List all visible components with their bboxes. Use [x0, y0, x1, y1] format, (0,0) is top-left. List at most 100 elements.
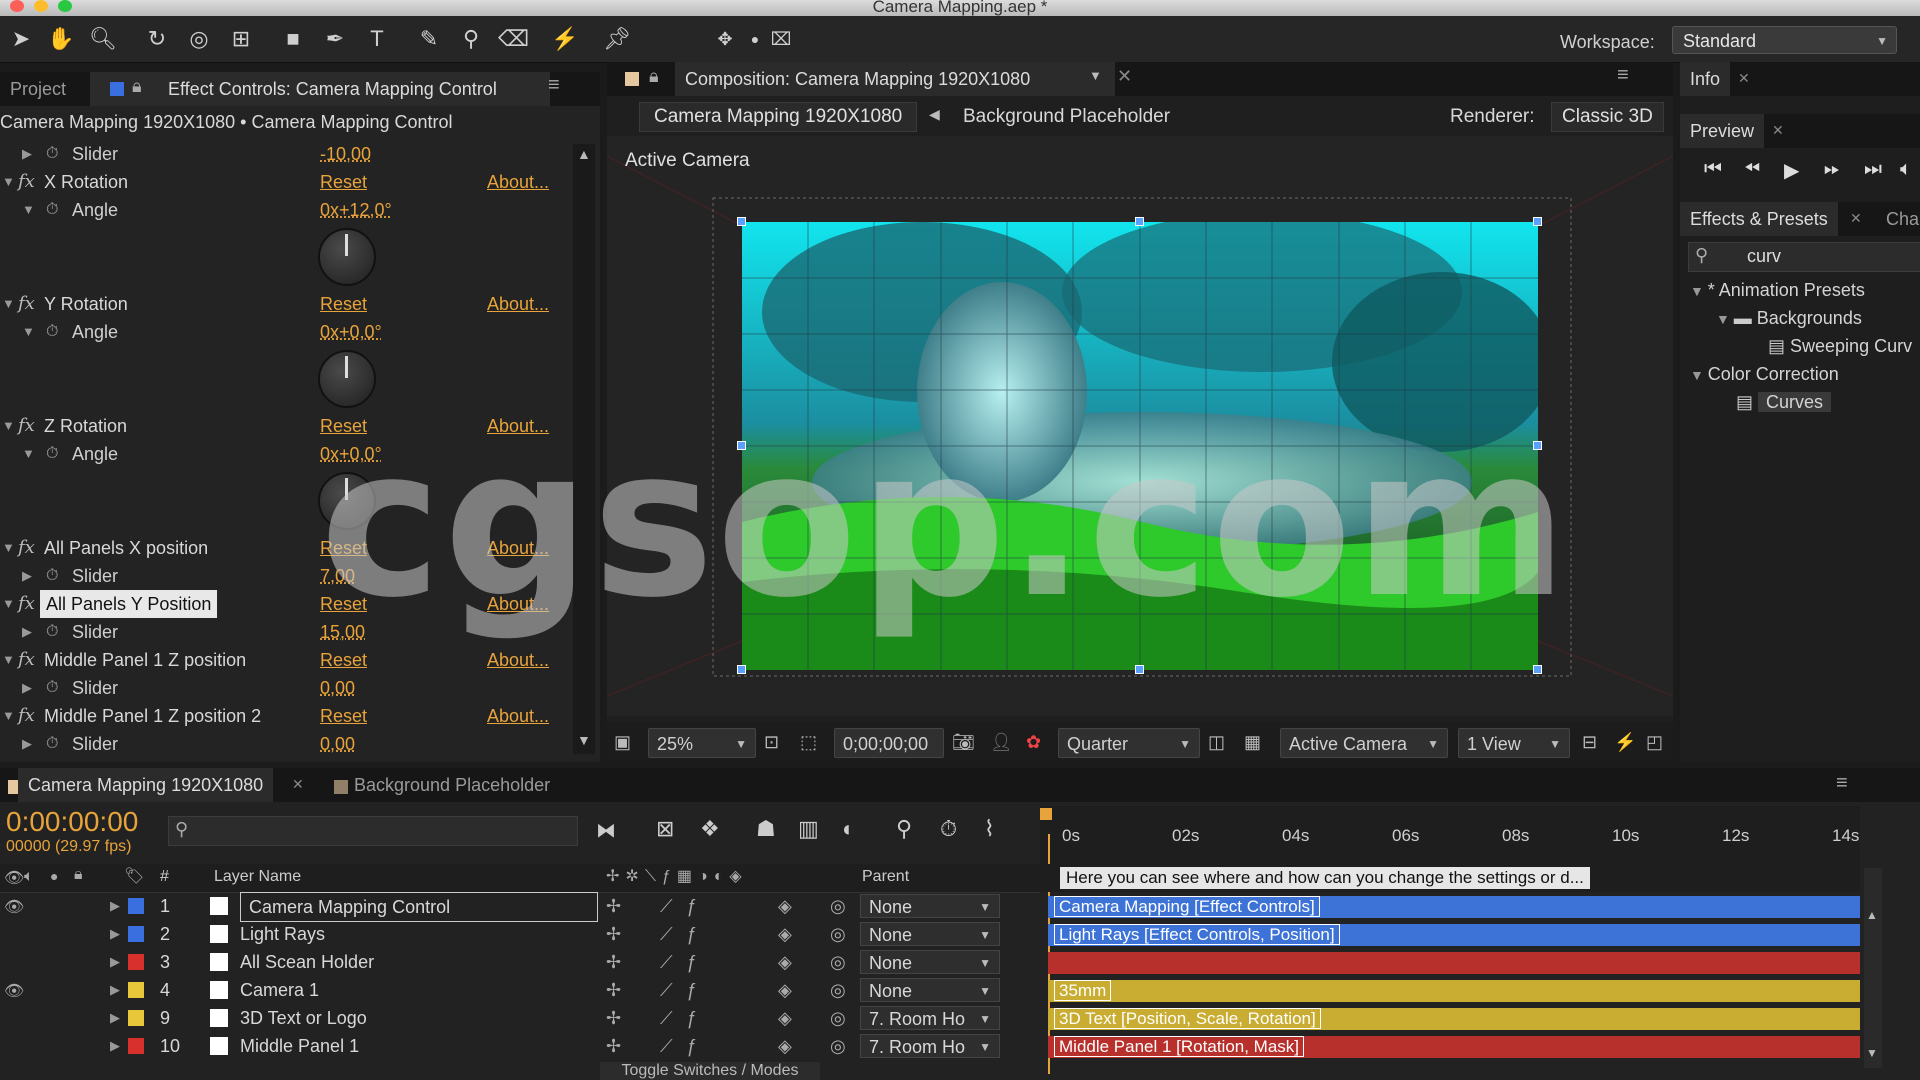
fx-icon[interactable]: fx — [18, 646, 35, 674]
fx-icon[interactable]: fx — [18, 590, 35, 618]
brainstorm-icon[interactable]: ⚲ — [896, 816, 912, 842]
draft-3d-icon[interactable]: ❖ — [700, 816, 720, 842]
fx-icon[interactable]: fx — [18, 290, 35, 318]
3d-layer-switch-icon[interactable]: ◈ — [778, 892, 792, 920]
eraser-icon[interactable]: ⌫ — [498, 24, 529, 54]
angle-dial[interactable] — [318, 350, 376, 408]
layer-name[interactable]: Camera 1 — [240, 976, 319, 1004]
close-tab-icon[interactable]: ✕ — [1850, 210, 1862, 227]
play-icon[interactable]: ▶ — [1784, 158, 1799, 183]
collapse-triangle-icon[interactable]: ▼ — [2, 290, 15, 318]
tab-timeline-main[interactable]: Camera Mapping 1920X1080 — [18, 768, 274, 802]
effects-switch-icon[interactable]: ƒ — [686, 948, 696, 976]
parent-select[interactable]: 7. Room Ho ▼ — [860, 1034, 1000, 1058]
angle-value[interactable]: 0x+0,0° — [320, 318, 382, 346]
selection-tool-icon[interactable]: ➤ — [6, 24, 36, 54]
about-link[interactable]: About... — [487, 168, 549, 196]
toggle-pixel-aspect-icon[interactable]: ⊟ — [1582, 732, 1597, 753]
effect-name-selected[interactable]: All Panels Y Position — [40, 590, 218, 618]
last-frame-icon[interactable]: ⏭ — [1864, 158, 1882, 181]
3d-layer-switch-icon[interactable]: ◈ — [778, 1004, 792, 1032]
slider-value[interactable]: 0,00 — [320, 674, 355, 702]
tab-preview[interactable]: Preview — [1680, 114, 1765, 148]
timeline-button-icon[interactable]: ◰ — [1646, 732, 1663, 753]
shy-switch-icon[interactable]: ✢ — [606, 1004, 621, 1032]
next-frame-icon[interactable]: ⏩︎ — [1824, 158, 1840, 181]
timeline-scrollbar[interactable]: ▲ ▼ — [1864, 868, 1882, 1068]
shy-switch-icon[interactable]: ✢ — [606, 1032, 621, 1060]
pick-whip-icon[interactable]: ◎ — [830, 1004, 846, 1032]
clone-stamp-icon[interactable]: ⚲ — [456, 24, 486, 54]
quality-switch-icon[interactable]: ⟋ — [660, 948, 673, 976]
collapse-triangle-icon[interactable]: ▼ — [2, 168, 15, 196]
timeline-search-input[interactable]: ⚲ — [168, 816, 578, 846]
tree-animation-presets[interactable]: ▼ * Animation Presets — [1690, 280, 1865, 301]
pick-whip-icon[interactable]: ◎ — [830, 1032, 846, 1060]
lock-icon[interactable]: 🔒︎ — [649, 66, 659, 87]
expand-triangle-icon[interactable]: ▶ — [110, 948, 120, 976]
previous-frame-icon[interactable]: ⏪︎ — [1744, 158, 1760, 181]
comp-mini-flowchart-icon[interactable]: ⧓ — [596, 818, 616, 843]
transform-handle[interactable] — [1533, 217, 1542, 226]
parent-select[interactable]: None ▼ — [860, 950, 1000, 974]
layer-duration-bar[interactable]: Camera Mapping [Effect Controls] — [1048, 896, 1860, 918]
collapse-triangle-icon[interactable]: ▼ — [22, 196, 35, 224]
reset-link[interactable]: Reset — [320, 646, 367, 674]
collapse-triangle-icon[interactable]: ▼ — [2, 590, 15, 618]
magnification-select[interactable]: 25% ▼ — [648, 728, 756, 758]
expand-triangle-icon[interactable]: ▶ — [110, 1032, 120, 1060]
tab-timeline-bg[interactable]: Background Placeholder — [344, 768, 560, 802]
tab-character[interactable]: Cha — [1876, 202, 1920, 236]
shy-switch-icon[interactable]: ✢ — [606, 892, 621, 920]
expand-triangle-icon[interactable]: ▶ — [110, 1004, 120, 1032]
transform-handle[interactable] — [737, 217, 746, 226]
hand-tool-icon[interactable]: ✋ — [46, 24, 76, 54]
stopwatch-icon[interactable]: ⏱ — [940, 816, 957, 842]
transform-handle[interactable] — [1135, 217, 1144, 226]
always-preview-icon[interactable]: ▣ — [614, 732, 631, 753]
layer-duration-bar[interactable]: 35mm — [1048, 980, 1860, 1002]
expand-triangle-icon[interactable]: ▶ — [22, 674, 32, 702]
resolution-select[interactable]: Quarter ▼ — [1058, 728, 1200, 758]
stopwatch-icon[interactable]: ⏱ — [46, 730, 58, 758]
camera-view-select[interactable]: Active Camera ▼ — [1280, 728, 1448, 758]
puppet-pin-icon[interactable]: 📌︎ — [602, 24, 632, 54]
layer-row[interactable]: ▶ 2 Light Rays ✢ ⟋ ƒ ◈ ◎ None ▼ — [0, 920, 1040, 948]
expand-triangle-icon[interactable]: ▶ — [110, 920, 120, 948]
collapse-triangle-icon[interactable]: ▼ — [22, 440, 35, 468]
expand-triangle-icon[interactable]: ▶ — [110, 892, 120, 920]
3d-layer-switch-icon[interactable]: ◈ — [778, 1032, 792, 1060]
tree-color-correction[interactable]: ▼ Color Correction — [1690, 364, 1839, 385]
fx-icon[interactable]: fx — [18, 412, 35, 440]
layer-name[interactable]: All Scean Holder — [240, 948, 374, 976]
scroll-down-icon[interactable]: ▼ — [577, 732, 591, 748]
stopwatch-icon[interactable]: ⏱ — [46, 618, 58, 646]
shy-switch-icon[interactable]: ✢ — [606, 948, 621, 976]
tab-project[interactable]: Project — [0, 72, 92, 106]
first-frame-icon[interactable]: ⏮ — [1704, 158, 1722, 181]
about-link[interactable]: About... — [487, 702, 549, 730]
layer-color-label[interactable] — [128, 982, 144, 998]
layer-name[interactable]: Camera Mapping Control — [240, 892, 598, 922]
collapse-triangle-icon[interactable]: ▼ — [2, 534, 15, 562]
live-update-icon[interactable]: ⊠ — [656, 816, 674, 842]
about-link[interactable]: About... — [487, 646, 549, 674]
3d-layer-switch-icon[interactable]: ◈ — [778, 976, 792, 1004]
eye-icon[interactable]: 👁︎ — [4, 894, 24, 922]
layer-duration-bar[interactable] — [1048, 952, 1860, 974]
eye-icon[interactable]: 👁︎ — [4, 978, 24, 1006]
align-icon[interactable]: ⌧ — [766, 24, 796, 54]
quality-switch-icon[interactable]: ⟋ — [660, 1032, 673, 1060]
layer-name[interactable]: Middle Panel 1 — [240, 1032, 359, 1060]
layer-color-label[interactable] — [128, 926, 144, 942]
fx-icon[interactable]: fx — [18, 702, 35, 730]
quality-switch-icon[interactable]: ⟋ — [660, 976, 673, 1004]
stopwatch-icon[interactable]: ⏱ — [46, 318, 58, 346]
close-tab-icon[interactable]: ✕ — [1117, 66, 1132, 87]
scroll-up-icon[interactable]: ▲ — [577, 146, 591, 162]
orbit-camera-icon[interactable]: ◎ — [184, 24, 214, 54]
layer-duration-bar[interactable]: Middle Panel 1 [Rotation, Mask] — [1048, 1036, 1860, 1058]
frame-blending-icon[interactable]: ▥ — [798, 816, 819, 842]
motion-blur-icon[interactable]: ◐ — [842, 816, 855, 842]
toggle-switches-modes-button[interactable]: Toggle Switches / Modes — [600, 1062, 820, 1080]
